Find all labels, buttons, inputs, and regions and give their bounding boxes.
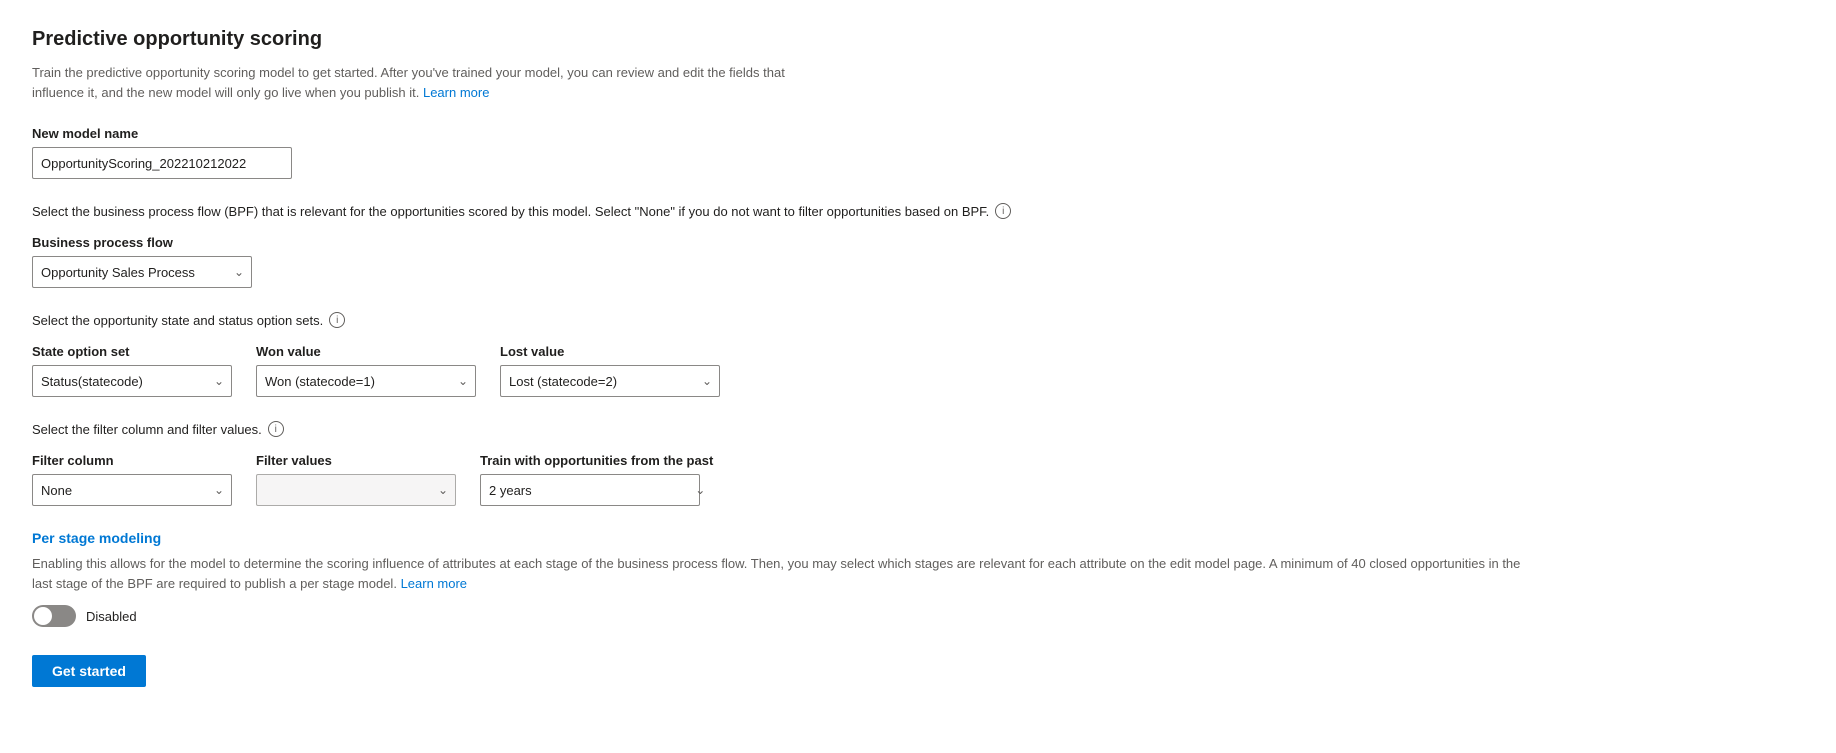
state-select-wrapper: Status(statecode) ⌄	[32, 365, 232, 397]
train-field-group: Train with opportunities from the past 1…	[480, 453, 713, 506]
state-label: State option set	[32, 344, 232, 359]
per-stage-toggle-label: Disabled	[86, 609, 137, 624]
per-stage-learn-more-link[interactable]: Learn more	[401, 576, 467, 591]
won-select-wrapper: Won (statecode=1) ⌄	[256, 365, 476, 397]
filter-col-select[interactable]: None	[32, 474, 232, 506]
per-stage-title: Per stage modeling	[32, 530, 1804, 546]
per-stage-toggle[interactable]	[32, 605, 76, 627]
filter-val-select-wrapper: ⌄	[256, 474, 456, 506]
filter-col-label: Filter column	[32, 453, 232, 468]
per-stage-section: Per stage modeling Enabling this allows …	[32, 530, 1804, 627]
per-stage-toggle-row: Disabled	[32, 605, 1804, 627]
won-field-group: Won value Won (statecode=1) ⌄	[256, 344, 476, 397]
option-sets-section: Select the opportunity state and status …	[32, 312, 1804, 397]
lost-field-group: Lost value Lost (statecode=2) ⌄	[500, 344, 720, 397]
toggle-track	[32, 605, 76, 627]
lost-select-wrapper: Lost (statecode=2) ⌄	[500, 365, 720, 397]
filter-section: Select the filter column and filter valu…	[32, 421, 1804, 506]
get-started-button[interactable]: Get started	[32, 655, 146, 687]
filter-val-field-group: Filter values ⌄	[256, 453, 456, 506]
toggle-thumb	[34, 607, 52, 625]
filter-col-field-group: Filter column None ⌄	[32, 453, 232, 506]
learn-more-link[interactable]: Learn more	[423, 85, 489, 100]
lost-label: Lost value	[500, 344, 720, 359]
bpf-info-icon[interactable]: i	[995, 203, 1011, 219]
filter-info-icon[interactable]: i	[268, 421, 284, 437]
won-label: Won value	[256, 344, 476, 359]
page-description: Train the predictive opportunity scoring…	[32, 63, 792, 102]
model-name-section: New model name	[32, 126, 1804, 179]
filter-val-select	[256, 474, 456, 506]
per-stage-description: Enabling this allows for the model to de…	[32, 554, 1532, 593]
option-sets-info-icon[interactable]: i	[329, 312, 345, 328]
option-sets-row: State option set Status(statecode) ⌄ Won…	[32, 344, 1804, 397]
bpf-section: Select the business process flow (BPF) t…	[32, 203, 1804, 288]
model-name-input[interactable]	[32, 147, 292, 179]
state-select[interactable]: Status(statecode)	[32, 365, 232, 397]
bpf-select-wrapper: Opportunity Sales Process None ⌄	[32, 256, 252, 288]
won-select[interactable]: Won (statecode=1)	[256, 365, 476, 397]
bpf-select[interactable]: Opportunity Sales Process None	[32, 256, 252, 288]
state-field-group: State option set Status(statecode) ⌄	[32, 344, 232, 397]
filter-col-select-wrapper: None ⌄	[32, 474, 232, 506]
train-label: Train with opportunities from the past	[480, 453, 713, 468]
filter-description: Select the filter column and filter valu…	[32, 421, 1804, 437]
option-sets-description: Select the opportunity state and status …	[32, 312, 1804, 328]
page-title: Predictive opportunity scoring	[32, 28, 1804, 51]
train-select-wrapper: 1 year 2 years 3 years 4 years 5 years ⌄	[480, 474, 713, 506]
bpf-label: Business process flow	[32, 235, 1804, 250]
train-select[interactable]: 1 year 2 years 3 years 4 years 5 years	[480, 474, 700, 506]
filter-val-label: Filter values	[256, 453, 456, 468]
model-name-label: New model name	[32, 126, 1804, 141]
filter-row: Filter column None ⌄ Filter values ⌄ Tra…	[32, 453, 1804, 506]
bpf-description: Select the business process flow (BPF) t…	[32, 203, 1804, 219]
lost-select[interactable]: Lost (statecode=2)	[500, 365, 720, 397]
